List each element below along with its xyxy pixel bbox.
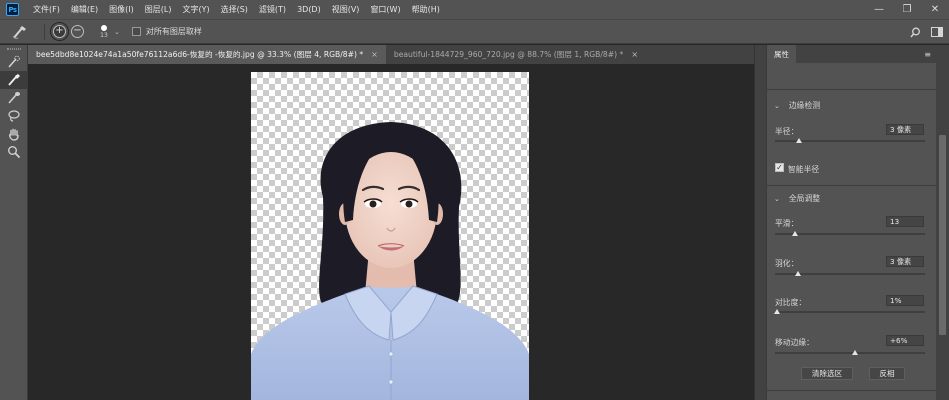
contrast-label: 对比度： (775, 298, 807, 307)
radius-slider-thumb[interactable] (796, 138, 802, 143)
properties-panel: 属性 ≡ ⌄ 边缘检测 半径： 3 像素 ✓ 智能半径 ⌄ 全局调整 平滑： 1… (766, 45, 937, 400)
contrast-slider-thumb[interactable] (773, 309, 780, 314)
close-icon[interactable]: × (631, 50, 638, 59)
hand-icon (9, 128, 19, 141)
divider (767, 390, 937, 391)
workspace-icon[interactable] (931, 26, 943, 38)
clear-selection-button[interactable]: 清除选区 (801, 367, 853, 380)
contrast-slider-track[interactable] (775, 311, 925, 313)
feather-label: 羽化： (775, 259, 799, 268)
menu-edit[interactable]: 编辑(E) (71, 4, 98, 15)
menu-bar: Ps 文件(F) 编辑(E) 图像(I) 图层(L) 文字(Y) 选择(S) 滤… (0, 0, 949, 19)
expand-detection-area-button[interactable]: + (50, 22, 69, 41)
refine-edge-icon (8, 74, 20, 86)
zoom-icon (8, 146, 21, 159)
tool-zoom[interactable] (0, 143, 28, 161)
chevron-down-icon: ⌄ (774, 194, 780, 203)
tab-label: bee5dbd8e1024e74a1a50fe76112a6d6-恢复的 -恢复… (36, 50, 364, 59)
smooth-slider-track[interactable] (775, 233, 925, 235)
document-canvas[interactable] (251, 72, 529, 400)
menu-select[interactable]: 选择(S) (221, 4, 248, 15)
menu-image[interactable]: 图像(I) (109, 4, 134, 15)
brush-size-value: 13 (100, 31, 108, 39)
radius-label: 半径： (775, 127, 799, 136)
menu-3d[interactable]: 3D(D) (297, 5, 321, 14)
tools-panel (0, 45, 28, 400)
shift-edge-label: 移动边缘： (775, 338, 814, 347)
panel-collapse-strip[interactable] (754, 45, 766, 400)
document-tab-bar: bee5dbd8e1024e74a1a50fe76112a6d6-恢复的 -恢复… (28, 45, 754, 64)
menu-window[interactable]: 窗口(W) (370, 4, 400, 15)
smooth-label: 平滑： (775, 219, 799, 228)
contrast-field[interactable]: 1% (886, 295, 924, 306)
close-window-button[interactable]: ✕ (921, 0, 949, 19)
sample-all-layers-label: 对所有图层取样 (145, 27, 202, 36)
invert-button[interactable]: 反相 (869, 367, 905, 380)
panel-scrollbar-thumb[interactable] (939, 135, 946, 335)
portrait-image (251, 122, 529, 400)
current-tool-preset[interactable] (6, 21, 34, 43)
restore-original-edge-button[interactable]: − (71, 25, 84, 38)
smooth-field[interactable]: 13 (886, 216, 924, 227)
refine-edge-brush-icon (12, 25, 26, 39)
lasso-icon (8, 110, 20, 122)
edge-detection-title: 边缘检测 (788, 101, 821, 110)
quick-selection-icon (8, 55, 20, 68)
menu-filter[interactable]: 滤镜(T) (259, 4, 286, 15)
sample-all-layers-checkbox[interactable] (131, 27, 141, 36)
panel-header: 属性 ≡ (767, 45, 937, 63)
restore-button[interactable]: ❐ (893, 0, 921, 19)
divider (767, 185, 937, 186)
shift-edge-field[interactable]: +6% (886, 335, 924, 346)
window-controls: — ❐ ✕ (865, 0, 949, 19)
radius-field[interactable]: 3 像素 (886, 124, 924, 135)
options-bar: + − 13 ⌄ 对所有图层取样 (0, 19, 949, 44)
chevron-down-icon: ⌄ (774, 101, 780, 110)
panel-scrollbar[interactable] (936, 45, 949, 400)
feather-slider-thumb[interactable] (794, 271, 801, 276)
options-right-group (910, 20, 943, 44)
edge-detection-header[interactable]: ⌄ 边缘检测 (774, 100, 820, 111)
tool-quick-selection[interactable] (0, 53, 28, 71)
search-icon[interactable] (910, 27, 921, 38)
divider (767, 89, 937, 90)
feather-field[interactable]: 3 像素 (886, 256, 924, 267)
canvas-area[interactable] (28, 64, 754, 400)
shift-edge-slider-track[interactable] (775, 352, 925, 354)
smart-radius-checkbox[interactable]: ✓ (775, 163, 784, 172)
menu-layer[interactable]: 图层(L) (145, 4, 172, 15)
brush-tip-icon (101, 24, 107, 31)
panel-menu-icon[interactable]: ≡ (924, 50, 931, 59)
tool-refine-edge-brush[interactable] (0, 71, 28, 89)
brush-size-picker[interactable]: 13 (95, 21, 113, 43)
smart-radius-label: 智能半径 (788, 165, 820, 174)
tool-hand[interactable] (0, 125, 28, 143)
menu-file[interactable]: 文件(F) (33, 4, 60, 15)
photoshop-logo[interactable]: Ps (6, 3, 19, 16)
menu-help[interactable]: 帮助(H) (412, 4, 440, 15)
shift-edge-slider-thumb[interactable] (851, 350, 858, 355)
tool-lasso[interactable] (0, 107, 28, 125)
menu-view[interactable]: 视图(V) (332, 4, 360, 15)
toolbar-grip[interactable] (0, 45, 27, 53)
smooth-slider-thumb[interactable] (791, 231, 798, 236)
tab-document-2[interactable]: beautiful-1844729_960_720.jpg @ 88.7% (图… (385, 45, 647, 64)
close-icon[interactable]: × (371, 50, 378, 59)
tab-document-1[interactable]: bee5dbd8e1024e74a1a50fe76112a6d6-恢复的 -恢复… (28, 45, 386, 64)
brush-icon (8, 92, 20, 104)
global-refine-title: 全局调整 (788, 194, 821, 203)
menu-type[interactable]: 文字(Y) (182, 4, 209, 15)
tool-brush[interactable] (0, 89, 28, 107)
tab-properties[interactable]: 属性 (767, 45, 796, 63)
tab-label: beautiful-1844729_960_720.jpg @ 88.7% (图… (393, 50, 624, 59)
options-separator (44, 23, 45, 40)
global-refine-header[interactable]: ⌄ 全局调整 (774, 193, 820, 204)
minimize-button[interactable]: — (865, 0, 893, 19)
chevron-down-icon[interactable]: ⌄ (114, 28, 120, 36)
